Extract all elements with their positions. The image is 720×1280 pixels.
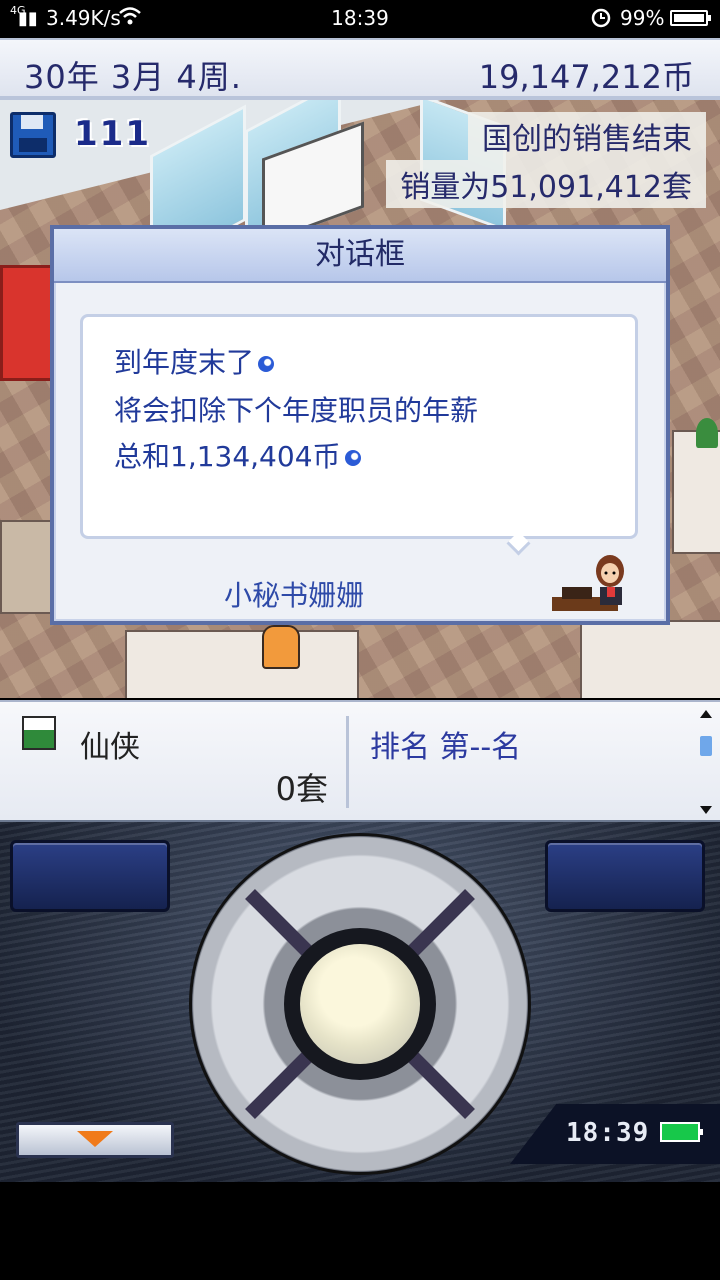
dialog-title: 对话框 <box>54 229 666 283</box>
alarm-icon <box>590 5 612 34</box>
right-softkey[interactable] <box>545 840 705 912</box>
left-softkey[interactable] <box>10 840 170 912</box>
arrow-down-icon <box>77 1131 113 1147</box>
scroll-thumb[interactable] <box>700 736 712 756</box>
virtual-controller: 18:39 <box>0 820 720 1182</box>
dpad-ok-button[interactable] <box>300 944 420 1064</box>
status-time: 18:39 <box>331 6 389 30</box>
dialog-line-1: 到年度末了 <box>114 341 275 381</box>
secretary-avatar <box>552 555 624 611</box>
panel-scrollbar[interactable] <box>698 710 714 814</box>
game-cover-icon <box>22 716 56 750</box>
desk <box>125 630 359 698</box>
dialog-box[interactable]: 对话框 到年度末了 将会扣除下个年度职员的年薪 总和1,134,404币 小秘书… <box>50 225 670 625</box>
plant <box>696 418 718 448</box>
controller-clock: 18:39 <box>566 1118 650 1148</box>
scroll-down-icon[interactable] <box>700 806 712 814</box>
dialog-speaker: 小秘书姗姗 <box>224 579 365 612</box>
battery-percent: 99% <box>620 6 665 30</box>
desk <box>580 620 720 698</box>
top-info-bar: 30年 3月 4周. 19,147,212币 <box>0 38 720 100</box>
game-rank: 排名 第--名 <box>370 730 522 765</box>
notice-line-2: 销量为51,091,412套 <box>386 160 706 208</box>
game-date: 30年 3月 4周. <box>24 58 242 96</box>
product-info-panel[interactable]: 仙侠 0套 排名 第--名 <box>0 700 720 820</box>
battery-icon <box>670 10 711 26</box>
shelf-left <box>0 520 52 614</box>
controller-battery-icon <box>660 1122 703 1142</box>
game-title: 仙侠 <box>80 730 140 765</box>
dialog-line-2: 将会扣除下个年度职员的年薪 <box>114 394 479 427</box>
swirl-icon <box>344 450 361 466</box>
game-sales: 0套 <box>275 770 328 808</box>
desk-right <box>672 430 720 554</box>
bookshelf <box>0 265 54 381</box>
counter-value: 111 <box>74 114 151 154</box>
panel-divider <box>346 716 349 808</box>
dialog-line-3: 总和1,134,404币 <box>114 435 361 475</box>
menu-button[interactable] <box>16 1122 174 1158</box>
status-bar: 4G ▮▮ 3.49K/s 18:39 99% <box>0 0 720 36</box>
save-icon[interactable] <box>10 112 56 158</box>
notice-line-1: 国创的销售结束 <box>468 112 706 160</box>
swirl-icon <box>258 356 275 372</box>
worker <box>262 625 300 669</box>
scroll-up-icon[interactable] <box>700 710 712 718</box>
funds: 19,147,212币 <box>478 58 694 96</box>
